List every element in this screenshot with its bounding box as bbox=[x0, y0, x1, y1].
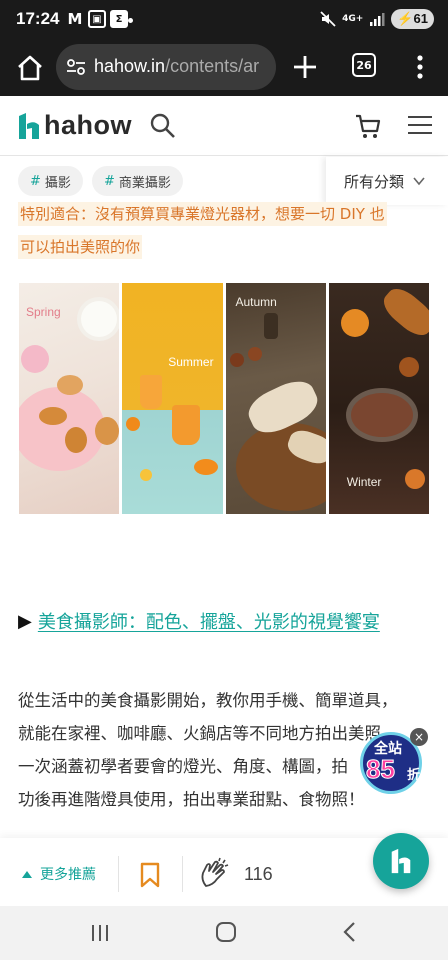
play-arrow-icon: ▶ bbox=[18, 610, 32, 632]
season-label: Winter bbox=[346, 475, 382, 489]
hahow-logo-icon bbox=[391, 848, 411, 874]
cart-icon[interactable] bbox=[354, 112, 382, 140]
cookie-image bbox=[398, 357, 419, 377]
gmail-icon: M bbox=[67, 10, 83, 28]
madeleine-image bbox=[57, 375, 83, 395]
season-label: Autumn bbox=[235, 295, 277, 309]
home-icon[interactable] bbox=[12, 50, 48, 86]
hahow-fab-button[interactable] bbox=[373, 833, 429, 889]
orange-slice-image bbox=[140, 469, 153, 481]
clap-count: 116 bbox=[244, 864, 273, 884]
system-navigation-bar bbox=[0, 906, 448, 960]
site-header: hahow bbox=[0, 96, 448, 156]
season-label: Summer bbox=[168, 355, 214, 369]
photo-panel-winter: Winter bbox=[328, 283, 429, 514]
mute-icon bbox=[320, 11, 336, 27]
flower-image bbox=[21, 345, 49, 373]
tag-label: 商業攝影 bbox=[118, 175, 171, 191]
juice-glass-image bbox=[172, 405, 201, 445]
sweet-potato-image bbox=[377, 283, 429, 342]
orange-slice-image bbox=[340, 309, 369, 337]
madeleine-image bbox=[95, 417, 119, 445]
promo-line3: 折 bbox=[407, 768, 421, 783]
promo-badge[interactable]: 全站 85 折 × bbox=[360, 728, 428, 796]
status-right: 4G+ ⚡61 bbox=[320, 9, 434, 29]
target-audience-line1: 特別適合：沒有預算買專業燈光器材，想要一切 DIY 也 bbox=[18, 198, 428, 231]
photo-panel-autumn: Autumn bbox=[225, 283, 326, 514]
course-link[interactable]: 美食攝影師：配色、擺盤、光影的視覺饗宴 bbox=[38, 608, 380, 634]
status-notification-icons: M ▣ Σ bbox=[66, 10, 128, 28]
photo-panel-summer: Summer bbox=[122, 283, 223, 514]
more-recommendations-button[interactable]: 更多推薦 bbox=[22, 864, 96, 884]
chestnut-image bbox=[229, 353, 244, 367]
clap-icon[interactable] bbox=[198, 856, 232, 890]
flower-image bbox=[81, 301, 117, 337]
caret-up-icon bbox=[22, 871, 32, 878]
more-label: 更多推薦 bbox=[40, 867, 96, 883]
section-heading: ▶ 美食攝影師：配色、擺盤、光影的視覺饗宴 bbox=[18, 608, 380, 634]
battery-indicator: ⚡61 bbox=[391, 9, 434, 29]
signal-icon bbox=[370, 13, 385, 26]
highlight-text: 特別適合：沒有預算買專業燈光器材，想要一切 DIY 也 bbox=[18, 202, 387, 226]
photo-panel-spring: Spring bbox=[19, 283, 120, 514]
chestnut-image bbox=[247, 347, 262, 361]
recent-apps-icon[interactable] bbox=[90, 924, 110, 942]
cocoa-cup-image bbox=[350, 393, 413, 437]
season-label: Spring bbox=[26, 305, 61, 319]
highlight-text: 可以拍出美照的你 bbox=[18, 235, 143, 259]
url-host: hahow.in bbox=[94, 56, 166, 76]
promo-discount: 85 bbox=[366, 754, 396, 785]
hahow-logo[interactable]: hahow bbox=[18, 110, 132, 141]
network-type: 4G+ bbox=[342, 14, 364, 24]
url-path: /contents/ar bbox=[165, 56, 260, 76]
url-text[interactable]: hahow.in/contents/ar bbox=[94, 56, 270, 77]
juice-glass-image bbox=[140, 375, 163, 409]
divider bbox=[182, 856, 183, 892]
target-audience-line2: 可以拍出美照的你 bbox=[18, 231, 428, 264]
promo-close-icon[interactable]: × bbox=[410, 728, 428, 746]
tag-hash: # bbox=[104, 173, 115, 189]
madeleine-image bbox=[65, 427, 87, 453]
tag-label: 攝影 bbox=[44, 175, 71, 191]
browser-toolbar: hahow.in/contents/ar 26 bbox=[0, 40, 448, 96]
bookmark-icon[interactable] bbox=[140, 862, 160, 888]
tag-hash: # bbox=[30, 173, 41, 189]
madeleine-image bbox=[39, 407, 67, 425]
tab-switcher-button[interactable]: 26 bbox=[352, 53, 376, 77]
hamburger-menu-icon[interactable] bbox=[407, 114, 433, 136]
orange-slice-image bbox=[194, 459, 219, 475]
system-home-icon[interactable] bbox=[216, 922, 236, 942]
status-bar: 17:24 M ▣ Σ 4G+ ⚡61 bbox=[0, 0, 448, 40]
category-label: 所有分類 bbox=[344, 172, 405, 191]
jar-image bbox=[263, 313, 278, 339]
chevron-down-icon bbox=[413, 177, 425, 186]
new-tab-icon[interactable] bbox=[290, 52, 320, 82]
browser-menu-icon[interactable] bbox=[410, 52, 430, 82]
sigma-icon: Σ bbox=[110, 10, 128, 28]
divider bbox=[118, 856, 119, 892]
screen-record-icon: ▣ bbox=[88, 10, 106, 28]
hahow-logo-icon bbox=[19, 112, 39, 139]
site-settings-icon[interactable] bbox=[66, 57, 86, 77]
tag-photography[interactable]: # 攝影 bbox=[18, 166, 83, 196]
para-line: 從生活中的美食攝影開始，教你用手機、簡單道具， bbox=[18, 691, 398, 710]
orange-slice-image bbox=[126, 417, 141, 431]
notification-dot bbox=[128, 18, 133, 23]
tag-commercial-photography[interactable]: # 商業攝影 bbox=[92, 166, 183, 196]
status-time: 17:24 bbox=[16, 9, 60, 28]
back-icon[interactable] bbox=[342, 922, 356, 942]
plate-image bbox=[19, 387, 105, 471]
orange-slice-image bbox=[404, 469, 425, 489]
address-bar[interactable]: hahow.in/contents/ar bbox=[56, 44, 276, 90]
logo-text: hahow bbox=[44, 110, 132, 140]
search-icon[interactable] bbox=[150, 113, 176, 139]
course-photo-collage: Spring Summer Autumn Winter bbox=[19, 283, 429, 514]
battery-level: 61 bbox=[413, 11, 428, 26]
